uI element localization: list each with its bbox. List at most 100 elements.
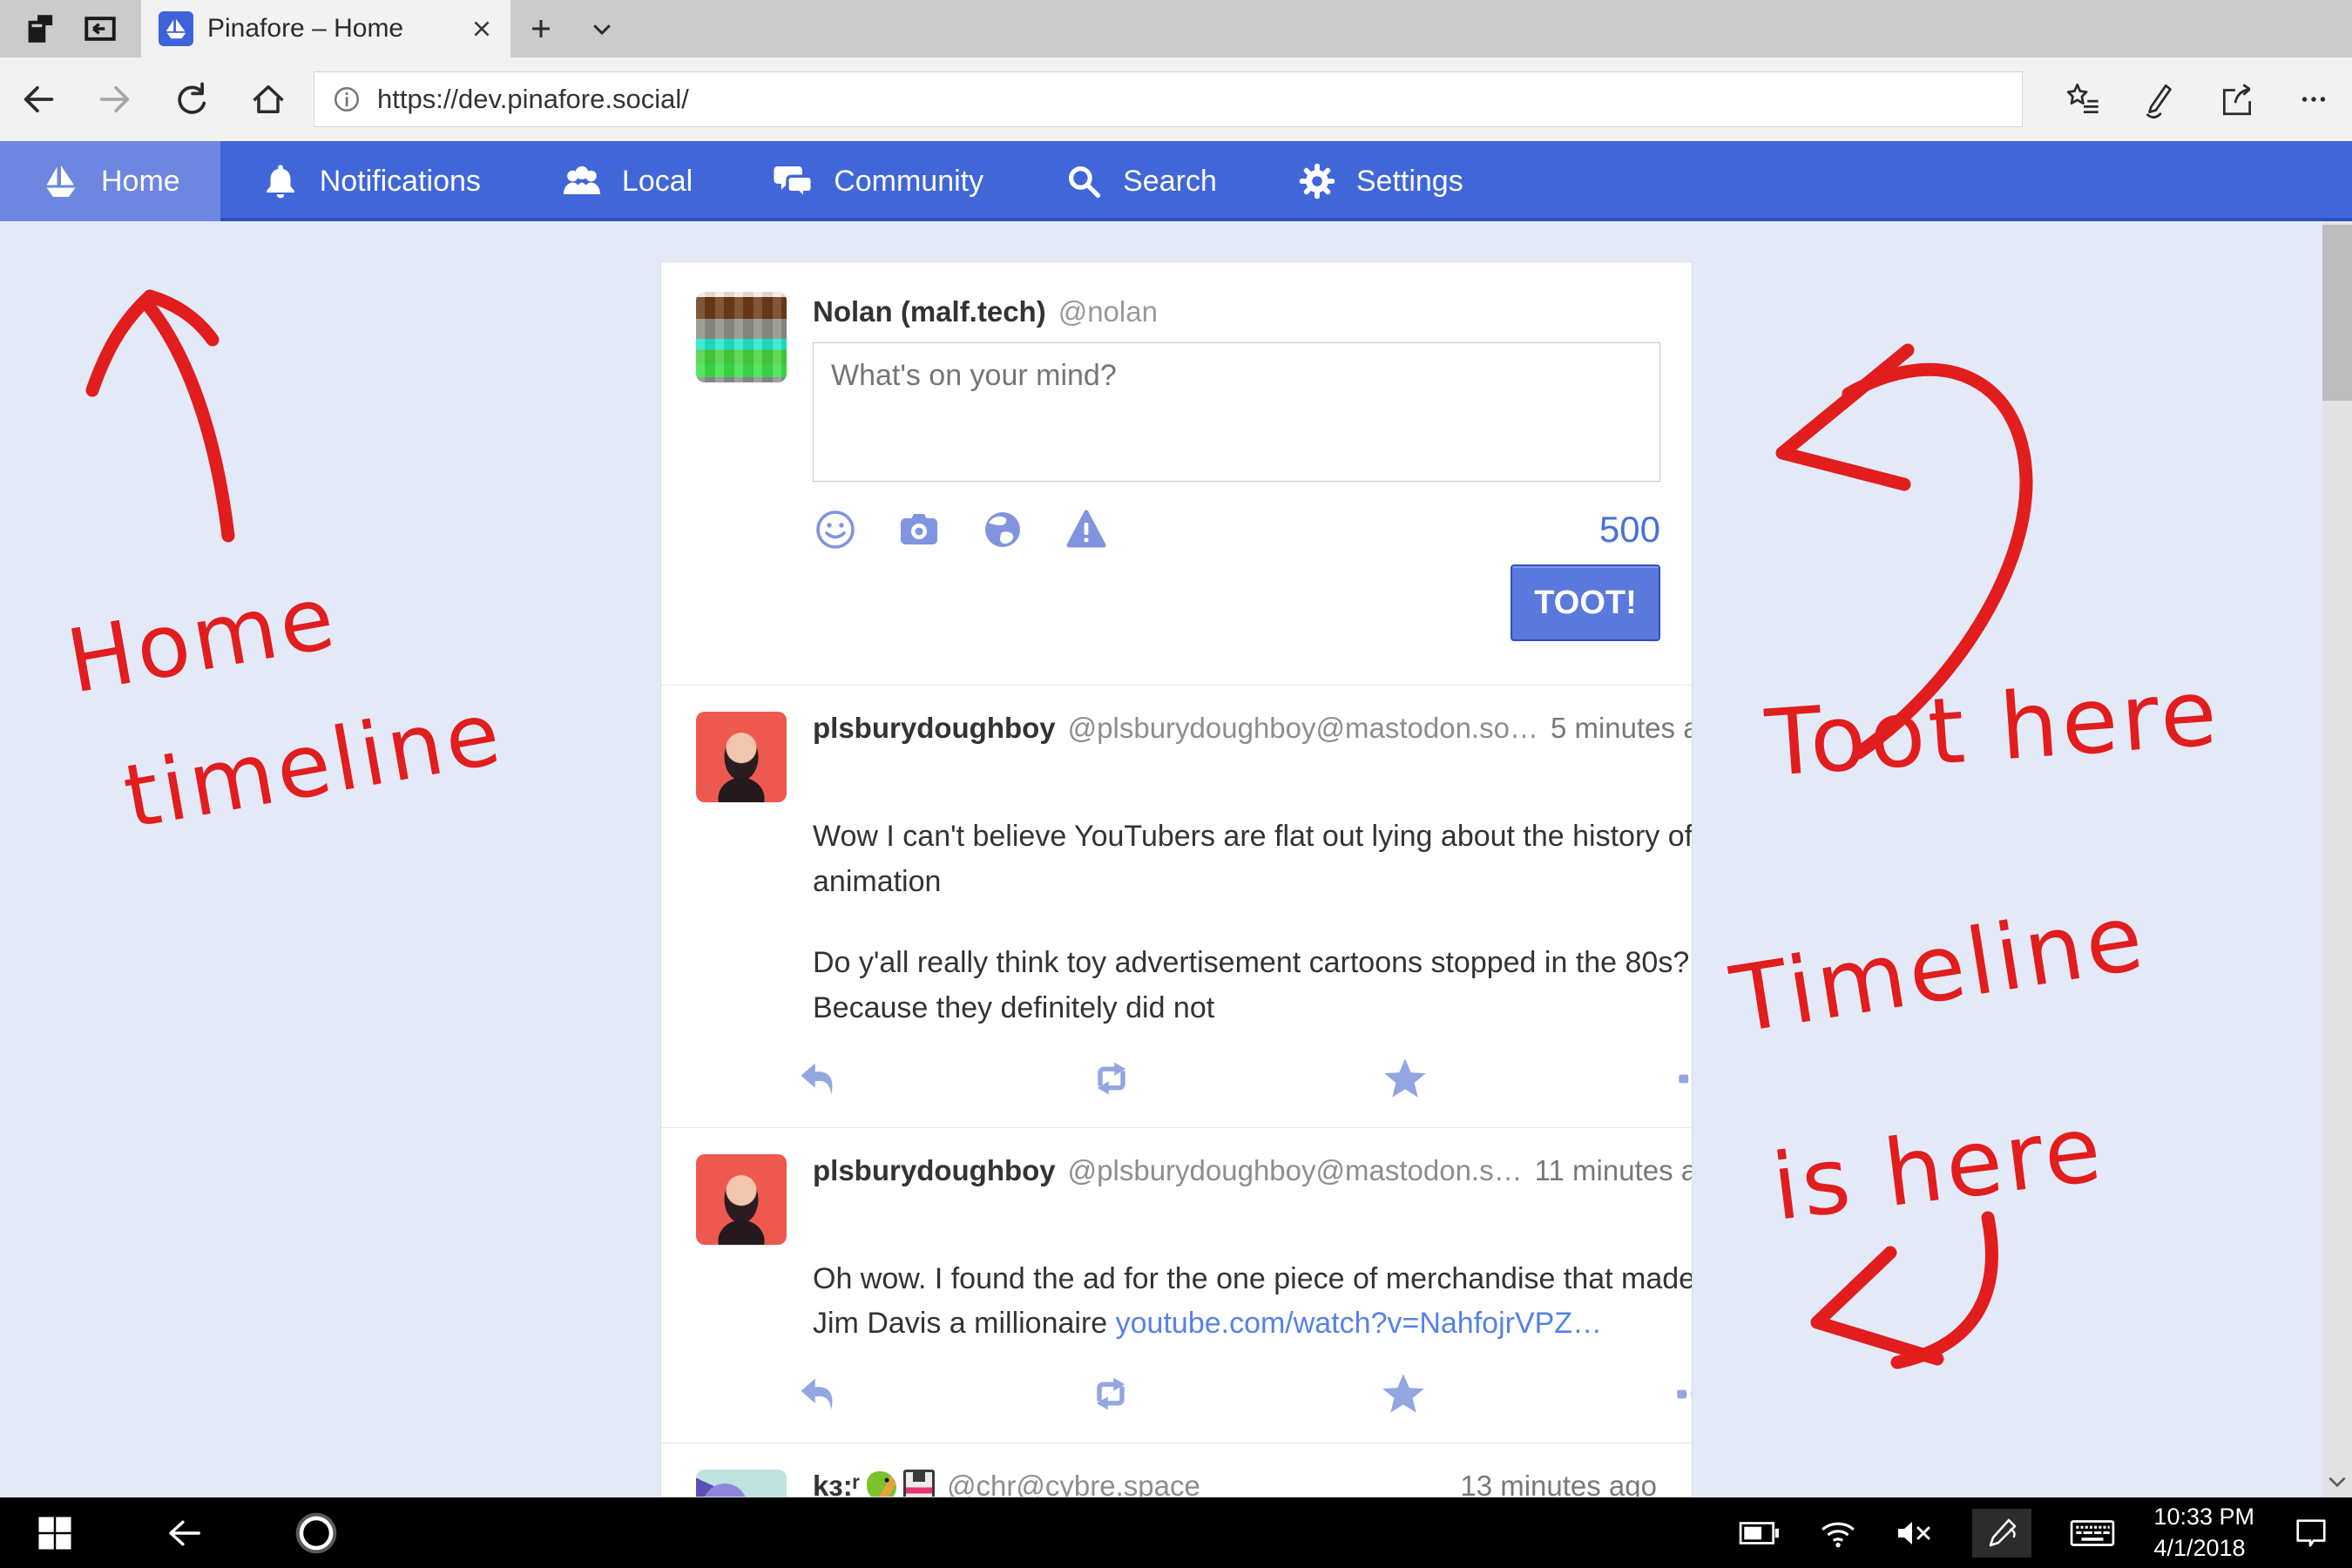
share-button[interactable] [2199, 79, 2275, 119]
chat-bubbles-icon [773, 160, 814, 202]
post-body: Oh wow. I found the ad for the one piece… [813, 1257, 1693, 1347]
boost-button[interactable] [1086, 1371, 1135, 1416]
post-privacy-globe-icon[interactable] [980, 507, 1025, 552]
post-handle: @plsburydoughboy@mastodon.s… [1068, 1154, 1523, 1187]
boost-button[interactable] [1087, 1056, 1136, 1101]
address-bar[interactable]: https://dev.pinafore.social/ [314, 71, 2023, 127]
taskbar-clock[interactable]: 10:33 PM 4/1/2018 [2153, 1502, 2254, 1563]
post-avatar[interactable] [696, 1154, 787, 1245]
tab-list-dropdown-icon[interactable] [571, 0, 632, 57]
reply-button[interactable] [794, 1371, 842, 1416]
favorite-button[interactable] [1379, 1371, 1428, 1416]
clock-date: 4/1/2018 [2153, 1533, 2254, 1564]
post-display-name: plsburydoughboy [813, 712, 1056, 745]
forward-button[interactable] [77, 80, 153, 118]
post-actions [794, 1056, 1693, 1101]
post-timestamp: 13 minutes ago [1460, 1470, 1657, 1497]
more-options-button[interactable] [1673, 1056, 1693, 1101]
scrollbar-down-arrow[interactable] [2322, 1473, 2352, 1490]
page-scrollbar[interactable] [2322, 221, 2352, 1497]
reply-button[interactable] [794, 1056, 842, 1101]
nav-item-settings[interactable]: Settings [1257, 141, 1504, 221]
back-button[interactable] [0, 80, 77, 118]
post-handle: @chr@cybre.space [947, 1470, 1200, 1497]
pen-icon [1984, 1516, 2019, 1551]
gear-icon [1297, 161, 1337, 201]
tab-preview-icon[interactable] [82, 10, 118, 47]
content-warning-icon[interactable] [1064, 507, 1109, 552]
post-paragraph: Do y'all really think toy advertisement … [813, 941, 1693, 1031]
volume-muted-icon[interactable] [1896, 1517, 1934, 1550]
post-link[interactable]: youtube.com/watch?v=NahfojrVPZ… [1116, 1307, 1602, 1340]
tab-title: Pinafore – Home [207, 14, 456, 44]
windows-taskbar: 10:33 PM 4/1/2018 [0, 1497, 2352, 1568]
pinafore-nav-bar: Home Notifications Local Community [0, 141, 2352, 221]
url-text: https://dev.pinafore.social/ [377, 84, 689, 115]
home-button[interactable] [230, 80, 307, 118]
wifi-icon[interactable] [1819, 1517, 1857, 1550]
browser-tab-bar: Pinafore – Home [0, 0, 2352, 57]
pinafore-favicon-icon [159, 11, 193, 46]
nav-item-notifications[interactable]: Notifications [220, 141, 521, 221]
post-display-name-text: kз:ʳ [813, 1470, 860, 1497]
clock-time: 10:33 PM [2153, 1502, 2254, 1532]
cortana-button-icon[interactable] [294, 1511, 338, 1555]
people-icon [561, 160, 603, 202]
timeline-card: Nolan (malf.tech) @nolan [660, 261, 1693, 1497]
post-avatar[interactable] [696, 1470, 787, 1497]
emoji-picker-icon[interactable] [813, 507, 858, 552]
search-icon [1064, 161, 1104, 201]
scrollbar-thumb[interactable] [2322, 225, 2352, 401]
browser-toolbar: https://dev.pinafore.social/ [0, 57, 2352, 142]
web-note-button[interactable] [2122, 79, 2199, 119]
post-timestamp: 5 minutes ago [1551, 712, 1693, 745]
post-actions [794, 1371, 1693, 1416]
floppy-disk-emoji-icon [903, 1470, 935, 1497]
compose-handle: @nolan [1058, 295, 1158, 328]
start-button-icon[interactable] [37, 1515, 73, 1551]
timeline-post[interactable]: kз:ʳ @chr@cybre.space 13 minutes ago you… [661, 1443, 1692, 1497]
windows-ink-button[interactable] [1972, 1509, 2031, 1558]
post-handle: @plsburydoughboy@mastodon.so… [1068, 712, 1538, 745]
bell-icon [260, 161, 301, 201]
site-info-icon[interactable] [332, 84, 362, 114]
compose-display-name: Nolan (malf.tech) [813, 295, 1046, 328]
timeline-post[interactable]: plsburydoughboy @plsburydoughboy@mastodo… [661, 1127, 1692, 1443]
tab-close-icon[interactable] [470, 17, 493, 40]
new-tab-button[interactable] [510, 0, 571, 57]
touch-keyboard-icon[interactable] [2070, 1517, 2115, 1550]
post-avatar[interactable] [696, 712, 787, 802]
nav-label-home: Home [101, 165, 180, 199]
compose-input[interactable] [813, 342, 1660, 482]
post-timestamp: 11 minutes ago [1535, 1154, 1693, 1187]
action-center-icon[interactable] [2293, 1516, 2329, 1551]
toot-button[interactable]: TOOT! [1511, 564, 1660, 641]
post-display-name: kз:ʳ [813, 1470, 935, 1497]
hub-favorites-button[interactable] [2045, 79, 2122, 119]
attach-media-icon[interactable] [896, 507, 942, 552]
nav-label-community: Community [834, 165, 983, 199]
more-options-button[interactable] [1672, 1371, 1693, 1416]
more-actions-button[interactable] [2275, 79, 2352, 119]
timeline-post[interactable]: plsburydoughboy @plsburydoughboy@mastodo… [661, 685, 1692, 1127]
taskbar-back-button-icon[interactable] [164, 1513, 204, 1553]
page-content: Nolan (malf.tech) @nolan [0, 221, 2352, 1497]
nav-label-notifications: Notifications [320, 165, 481, 199]
favorite-button[interactable] [1381, 1056, 1429, 1101]
post-display-name: plsburydoughboy [813, 1154, 1056, 1187]
nav-item-local[interactable]: Local [521, 141, 733, 221]
nav-label-local: Local [622, 165, 693, 199]
browser-tab[interactable]: Pinafore – Home [141, 0, 510, 57]
nav-item-community[interactable]: Community [733, 141, 1024, 221]
compose-box: Nolan (malf.tech) @nolan [661, 262, 1692, 685]
compose-avatar[interactable] [696, 292, 787, 382]
refresh-button[interactable] [153, 80, 230, 118]
set-aside-tabs-icon[interactable] [23, 10, 59, 47]
screen: Pinafore – Home [0, 0, 2352, 1568]
char-count: 500 [1599, 509, 1660, 551]
battery-icon[interactable] [1739, 1517, 1781, 1549]
nav-label-settings: Settings [1356, 165, 1463, 199]
nav-item-search[interactable]: Search [1024, 141, 1257, 221]
tab-tools [0, 0, 141, 57]
nav-item-home[interactable]: Home [0, 141, 220, 221]
